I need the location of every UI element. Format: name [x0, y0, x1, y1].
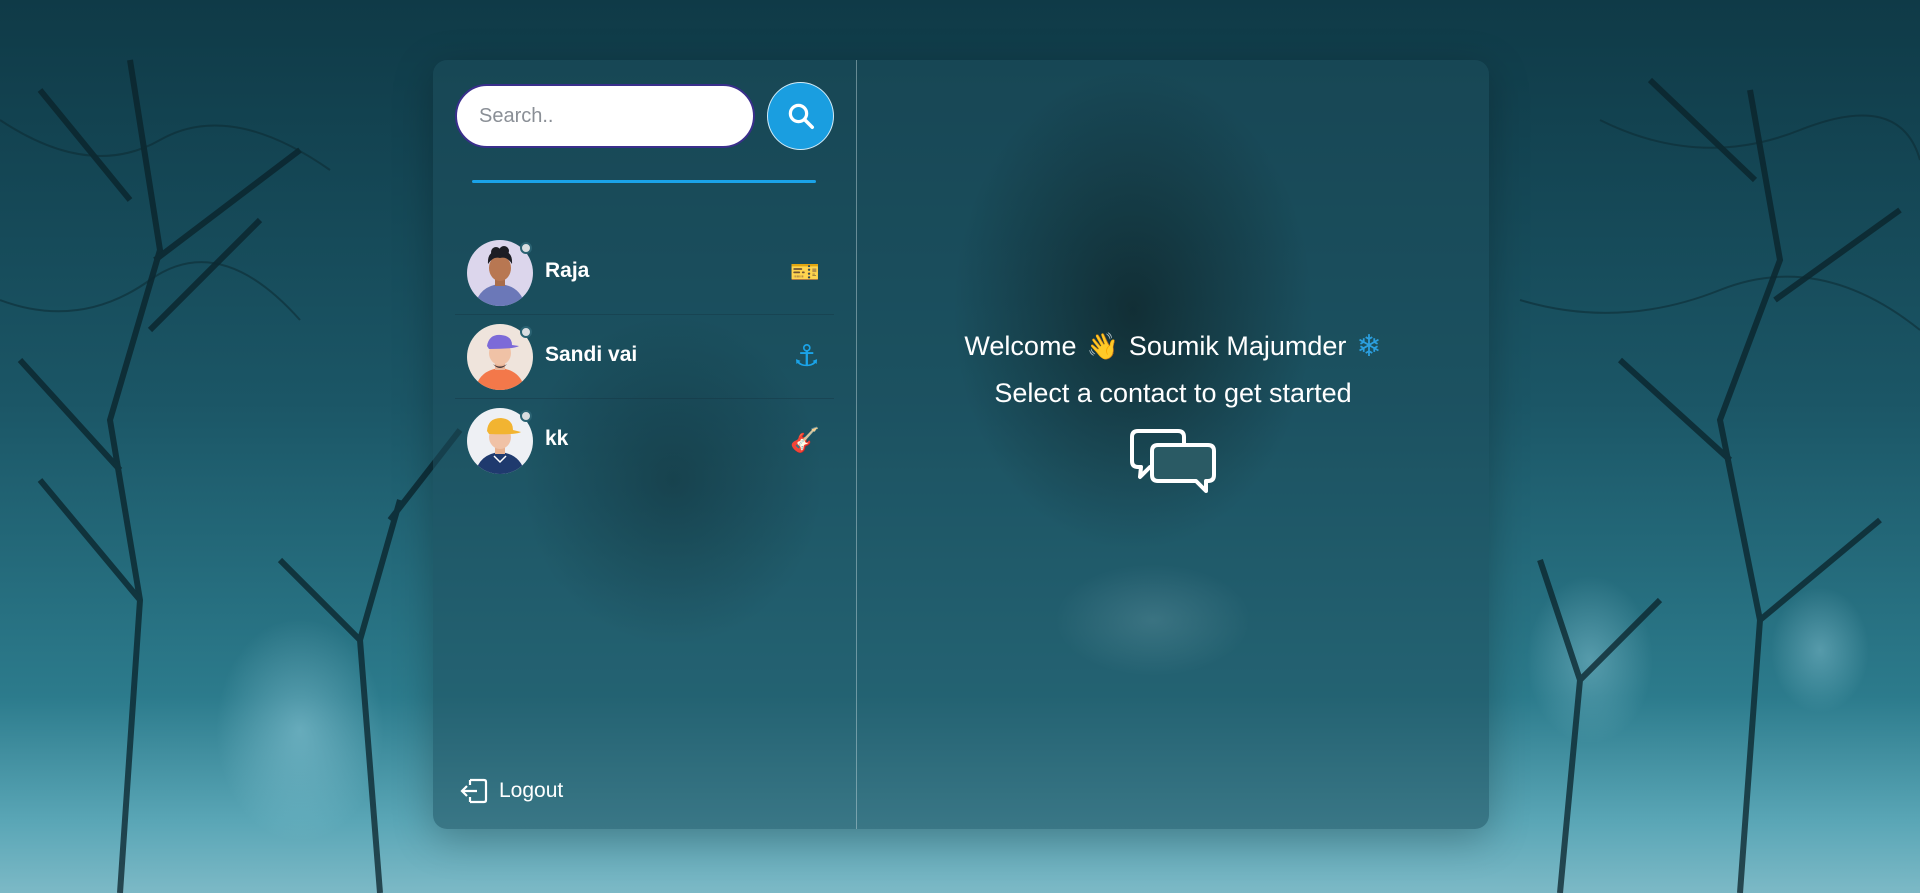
welcome-panel: Welcome 👋 Soumik Majumder ❄ Select a con…: [857, 60, 1489, 829]
contact-name: Raja: [545, 258, 590, 282]
search-row: [455, 82, 834, 150]
user-name: Soumik Majumder: [1128, 331, 1347, 361]
contact-item-kk[interactable]: kk 🎸: [455, 399, 834, 483]
contact-item-sandi-vai[interactable]: Sandi vai ⚓: [455, 315, 834, 399]
welcome-subtitle: Select a contact to get started: [994, 378, 1352, 408]
status-dot: [520, 410, 532, 422]
welcome-prefix: Welcome: [964, 331, 1077, 361]
contact-item-raja[interactable]: Raja 🎫: [455, 231, 834, 315]
search-icon: [788, 103, 814, 129]
sidebar-divider: [472, 180, 816, 183]
logout-button[interactable]: Logout: [459, 777, 563, 805]
welcome-heading: Welcome 👋 Soumik Majumder ❄: [964, 329, 1381, 364]
anchor-icon: ⚓: [793, 339, 820, 373]
ticket-icon: 🎫: [790, 258, 820, 286]
avatar-container: [467, 239, 533, 306]
avatar-container: [467, 408, 533, 474]
logout-icon: [460, 778, 488, 804]
contact-name: Sandi vai: [545, 342, 638, 366]
snowflake-icon: ❄: [1356, 330, 1382, 363]
logout-label: Logout: [499, 779, 564, 802]
contact-name: kk: [545, 427, 569, 450]
contact-list: Raja 🎫 Sandi vai ⚓ kk 🎸: [455, 231, 834, 483]
search-input[interactable]: [455, 84, 755, 148]
status-dot: [520, 325, 532, 338]
waving-hand-icon: 👋: [1086, 331, 1119, 361]
search-button[interactable]: [767, 82, 834, 150]
chat-app-window: Raja 🎫 Sandi vai ⚓: [433, 60, 1489, 829]
avatar-container: [467, 323, 533, 390]
guitar-icon: 🎸: [790, 427, 820, 454]
chat-bubbles-icon: [1128, 425, 1218, 500]
status-dot: [520, 241, 532, 254]
sidebar: Raja 🎫 Sandi vai ⚓: [433, 60, 857, 829]
